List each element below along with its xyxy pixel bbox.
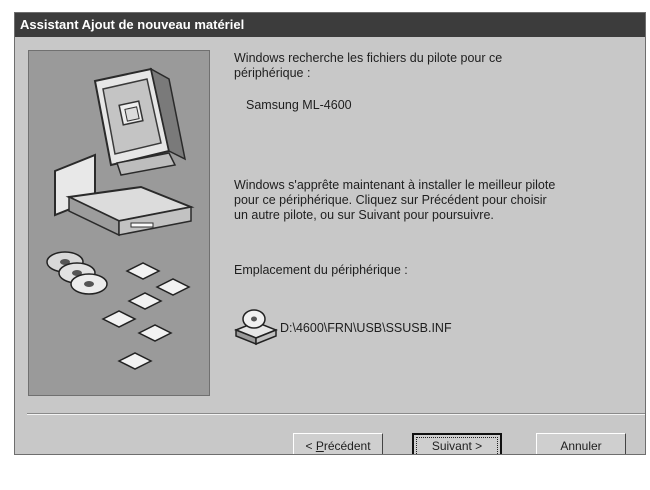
- disk-drive-icon: [234, 309, 278, 346]
- cd-disc-icon: [46, 251, 108, 295]
- diskette-icon: [101, 262, 191, 370]
- location-label: Emplacement du périphérique :: [234, 263, 408, 277]
- next-button[interactable]: Suivant >: [412, 433, 502, 454]
- ready-message: Windows s'apprête maintenant à installer…: [234, 178, 556, 222]
- search-message: Windows recherche les fichiers du pilote…: [234, 51, 503, 80]
- add-hardware-wizard-dialog: Assistant Ajout de nouveau matériel Wind…: [14, 12, 646, 455]
- cancel-button[interactable]: Annuler: [536, 433, 626, 454]
- monitor-icon: [93, 67, 187, 167]
- back-button[interactable]: < Précédent: [293, 433, 383, 454]
- window-title: Assistant Ajout de nouveau matériel: [20, 17, 245, 32]
- device-name: Samsung ML-4600: [246, 98, 352, 112]
- driver-path: D:\4600\FRN\USB\SSUSB.INF: [280, 321, 452, 335]
- next-button-label: Suivant >: [416, 437, 498, 454]
- driver-location: D:\4600\FRN\USB\SSUSB.INF: [234, 306, 634, 346]
- separator-line: [27, 413, 645, 415]
- title-bar[interactable]: Assistant Ajout de nouveau matériel: [15, 13, 645, 37]
- wizard-illustration: [28, 50, 210, 396]
- computer-illustration-icon: [46, 67, 195, 370]
